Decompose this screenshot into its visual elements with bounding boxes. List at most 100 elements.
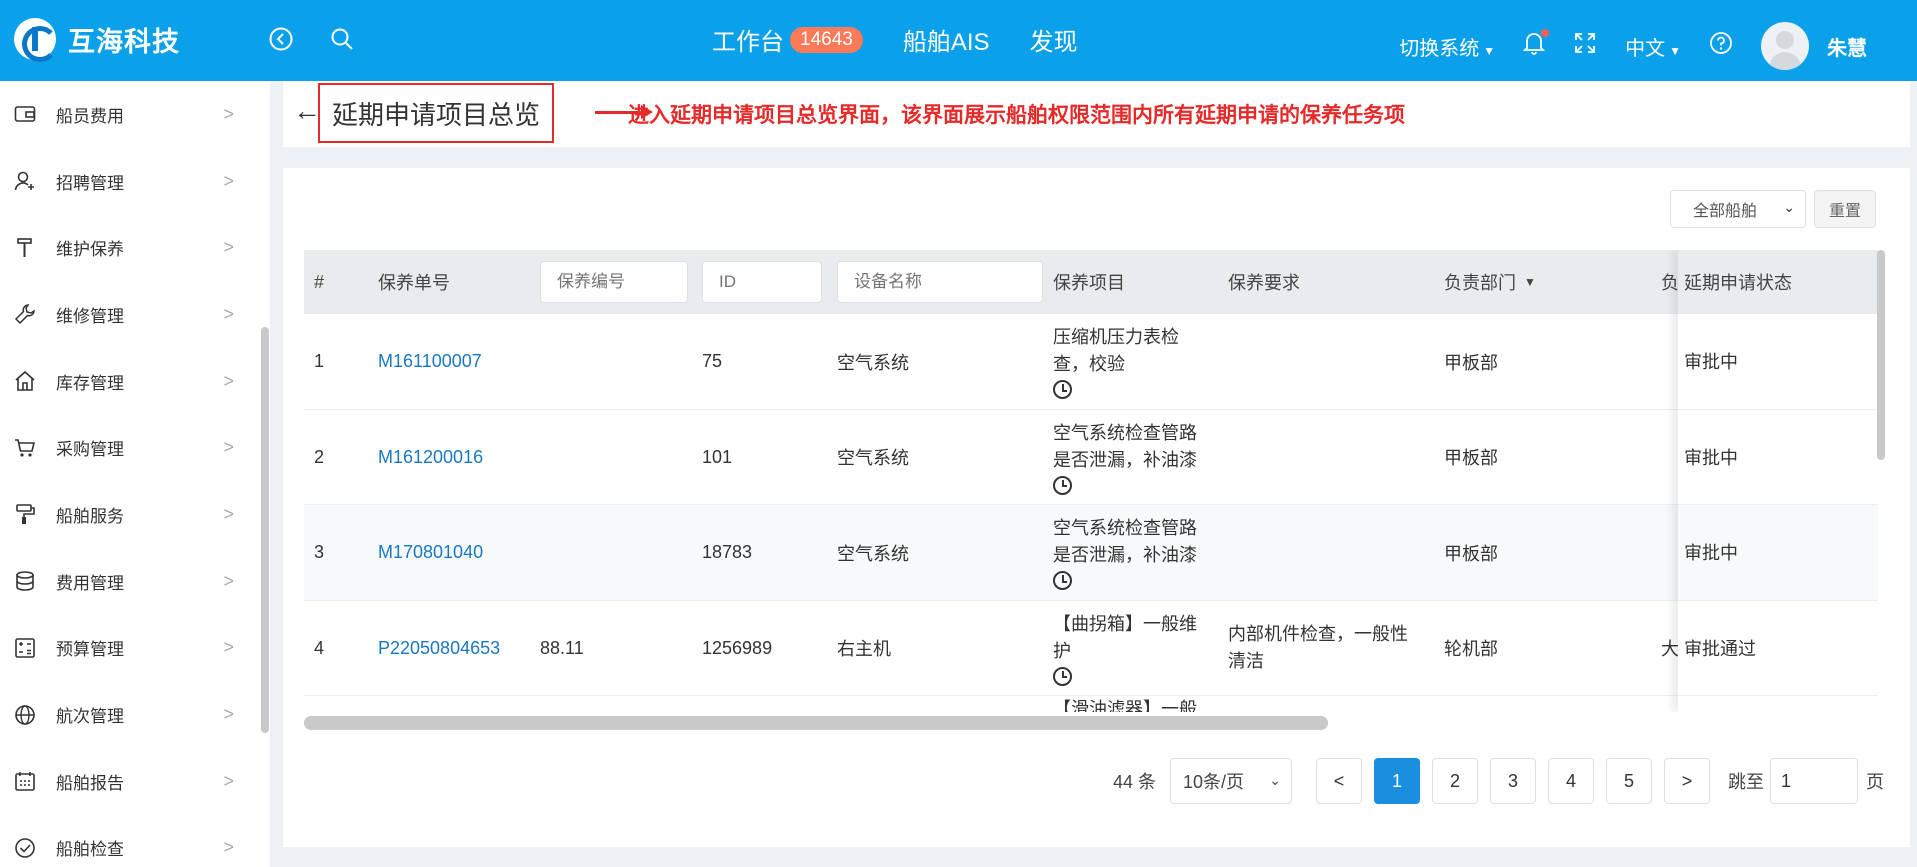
sidebar-item-repair[interactable]: 维修管理 > [0,281,270,348]
help-icon[interactable] [1709,31,1733,61]
cell-item-line2: 查，校验 [1053,354,1125,374]
prev-page-button[interactable]: < [1316,758,1362,804]
cell-id: 18783 [702,542,753,562]
jump-label: 跳至 [1728,772,1764,792]
sidebar-item-label: 船舶检查 [56,840,124,860]
sidebar-item-voyage[interactable]: 航次管理 > [0,681,270,748]
sidebar-item-crew-expense[interactable]: 船员费用 > [0,81,270,148]
cell-item-line1: 【滑油滤器】一般 [1053,699,1197,712]
sidebar-item-budget[interactable]: 预算管理 > [0,615,270,682]
sidebar-item-recruitment[interactable]: 招聘管理 > [0,148,270,215]
order-link[interactable]: P22050804653 [378,601,500,696]
page-button-4[interactable]: 4 [1548,758,1594,804]
cell-equipment: 空气系统 [837,543,909,564]
page-button-5[interactable]: 5 [1606,758,1652,804]
cell-requirement-line2: 清洁 [1228,651,1264,671]
page-button-1[interactable]: 1 [1374,758,1420,804]
reset-button[interactable]: 重置 [1814,190,1876,228]
item-code-filter-input[interactable] [540,261,688,303]
equipment-filter-input[interactable] [837,261,1043,303]
clock-icon[interactable] [1053,380,1072,399]
id-filter-input[interactable] [702,261,822,303]
back-circle-icon[interactable] [267,26,295,54]
switch-system-dropdown[interactable]: 切换系统 ▼ [1399,32,1495,61]
back-arrow-icon[interactable]: ← [293,95,321,127]
chevron-right-icon: > [223,637,234,658]
sidebar-item-label: 船舶服务 [56,506,124,526]
table-row: 2 M161200016 101 空气系统 空气系统检查管路 是否泄漏，补油漆 … [304,410,1878,505]
top-header: 互海科技 工作台 14643 船舶AIS 发现 切换系统 ▼ 中文 ▼ 朱慧 [0,0,1917,81]
clock-icon[interactable] [1053,666,1072,686]
data-table: # 保养单号 保养项目 保养要求 负责部门 ▼ 负 1 M161100007 7… [304,250,1878,712]
cell-department: 甲板部 [1444,543,1498,564]
sidebar-item-label: 采购管理 [56,440,124,460]
page-size-select[interactable]: 10条/页 ⌄ [1170,758,1292,804]
clock-icon[interactable] [1053,475,1072,495]
cell-item: 空气系统检查管路 是否泄漏，补油漆 [1053,410,1213,505]
chevron-right-icon: > [223,570,234,591]
username[interactable]: 朱慧 [1827,32,1867,61]
fixed-status-column: 延期申请状态 审批中 审批中 审批中 审批通过 [1678,250,1878,712]
cell-id: 75 [702,351,723,371]
cell-cutoff: 大 [1661,639,1679,659]
fullscreen-icon[interactable] [1573,31,1597,61]
total-count: 44 条 [1112,772,1156,792]
content-panel: 全部船舶 ⌄ 重置 # 保养单号 保养项目 保养要求 负责部门 ▼ 负 1 M1… [283,168,1910,847]
notification-bell-icon[interactable] [1522,29,1550,61]
order-link[interactable]: M161200016 [378,410,483,505]
cell-requirement-line1: 内部机件检查，一般性 [1228,624,1408,644]
calculator-icon [12,635,38,661]
page-button-3[interactable]: 3 [1490,758,1536,804]
nav-discover-label: 发现 [1029,29,1078,56]
chevron-right-icon: > [223,837,234,858]
chevron-down-icon: ⌄ [1269,772,1281,788]
col-index: # [314,271,325,292]
filter-row: 全部船舶 ⌄ 重置 [1670,190,1876,228]
sidebar-item-expense[interactable]: 费用管理 > [0,548,270,615]
sidebar-item-maintenance[interactable]: 维护保养 > [0,214,270,281]
pagination: 44 条 10条/页 ⌄ < 1 2 3 4 5 > 跳至 页 [1113,758,1884,804]
language-dropdown[interactable]: 中文 ▼ [1625,32,1681,61]
cell-item: 【滑油滤器】一般 [1053,696,1213,712]
nav-workbench[interactable]: 工作台 14643 [712,22,863,57]
wrench-icon [12,301,38,327]
sidebar-item-inventory[interactable]: 库存管理 > [0,348,270,415]
sidebar-item-ship-service[interactable]: 船舶服务 > [0,481,270,548]
table-horizontal-scrollbar[interactable] [304,716,1328,730]
ship-select-value: 全部船舶 [1693,203,1758,220]
chevron-right-icon: > [223,303,234,324]
sidebar-item-ship-report[interactable]: 船舶报告 > [0,748,270,815]
page-title: 延期申请项目总览 [318,83,555,143]
col-department[interactable]: 负责部门 ▼ [1444,250,1536,314]
logo[interactable]: 互海科技 [14,18,180,62]
search-icon[interactable] [328,26,356,54]
sidebar-item-ship-inspection[interactable]: 船舶检查 > [0,815,270,867]
chevron-right-icon: > [223,237,234,258]
sidebar-scrollbar[interactable] [261,327,269,733]
table-vertical-scrollbar[interactable] [1875,250,1887,714]
table-row: 【滑油滤器】一般 [304,696,1878,712]
logo-mark-icon [14,18,58,62]
avatar[interactable] [1761,22,1809,70]
nav-ship-ais[interactable]: 船舶AIS [903,22,990,57]
next-page-button[interactable]: > [1664,758,1710,804]
status-cell: 审批通过 [1678,600,1878,696]
cell-item-line2: 是否泄漏，补油漆 [1053,449,1197,470]
sidebar-item-label: 航次管理 [56,707,124,727]
cell-requirement: 内部机件检查，一般性 清洁 [1228,601,1428,696]
vertical-scroll-thumb[interactable] [1877,250,1885,460]
clock-icon[interactable] [1053,571,1072,590]
order-link[interactable]: M170801040 [378,505,483,600]
nav-discover[interactable]: 发现 [1030,22,1078,57]
page-button-2[interactable]: 2 [1432,758,1478,804]
sidebar-item-purchase[interactable]: 采购管理 > [0,414,270,481]
chevron-right-icon: > [223,437,234,458]
ship-select[interactable]: 全部船舶 ⌄ [1670,190,1806,228]
cell-code: 88.11 [540,637,584,658]
order-link[interactable]: M161100007 [378,314,482,409]
jump-page-input[interactable] [1770,758,1858,804]
status-cell [1678,696,1878,712]
caret-down-icon: ▼ [1483,43,1496,58]
status-cell: 审批中 [1678,505,1878,601]
switch-system-label: 切换系统 [1399,37,1480,60]
